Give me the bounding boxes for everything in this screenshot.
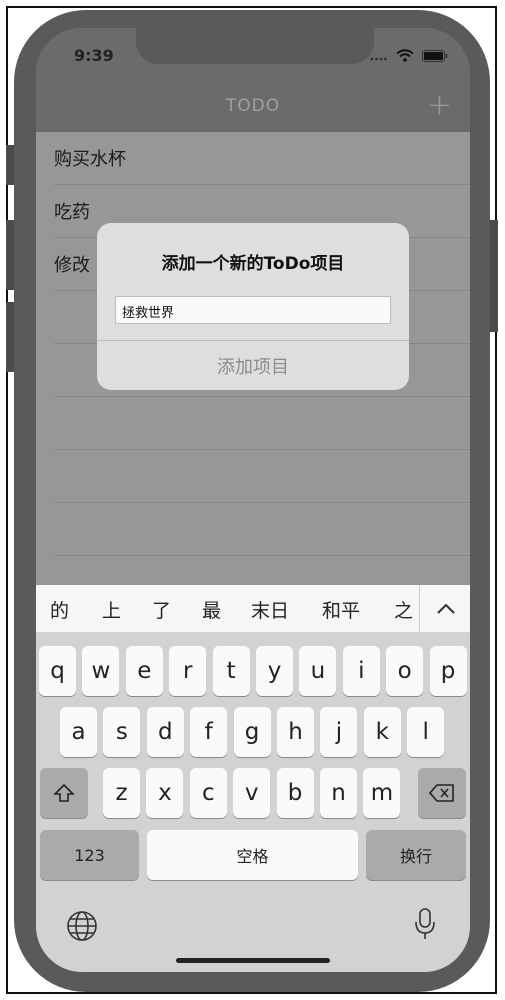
candidate-word[interactable]: 末日 [251, 596, 289, 623]
key-l[interactable]: l [407, 707, 445, 757]
key-v[interactable]: v [233, 768, 271, 818]
delete-key[interactable] [418, 768, 466, 818]
candidate-word[interactable]: 最 [202, 596, 221, 623]
key-y[interactable]: y [256, 646, 293, 696]
empty-row [54, 503, 470, 556]
alert-title: 添加一个新的ToDo项目 [161, 254, 345, 274]
notch [136, 28, 374, 64]
key-n[interactable]: n [320, 768, 357, 818]
key-f[interactable]: f [190, 707, 228, 757]
todo-row-label: 吃药 [54, 202, 90, 223]
side-button-volume-down [6, 302, 14, 372]
key-b[interactable]: b [276, 768, 314, 818]
key-w[interactable]: w [82, 646, 120, 696]
key-i[interactable]: i [342, 646, 380, 696]
add-item-action-button[interactable]: 添加项目 [97, 353, 409, 379]
backspace-icon [429, 784, 454, 802]
key-s[interactable]: s [103, 707, 141, 757]
battery-icon [422, 47, 448, 66]
shift-key[interactable] [40, 768, 88, 818]
key-d[interactable]: d [146, 707, 184, 757]
status-icons [370, 47, 448, 66]
space-key[interactable]: 空格 [147, 830, 358, 880]
alert-divider [97, 340, 409, 341]
side-button-power [490, 220, 498, 332]
key-x[interactable]: x [146, 768, 184, 818]
todo-text-field[interactable]: 拯救世界 [115, 296, 391, 324]
status-time: 9:39 [74, 46, 114, 65]
keyboard: 的 上 了 最 末日 和平 之 123 空格 换行 qwer t y u i o… [36, 585, 470, 972]
numbers-key[interactable]: 123 [40, 830, 139, 880]
navigation-bar: TODO + [36, 86, 470, 132]
key-u[interactable]: u [299, 646, 337, 696]
microphone-icon[interactable] [414, 907, 436, 945]
candidate-word[interactable]: 上 [102, 596, 121, 623]
globe-icon[interactable] [66, 910, 98, 946]
todo-row-label: 购买水杯 [54, 149, 126, 170]
wifi-icon [396, 47, 414, 66]
status-bar: 9:39 [36, 28, 470, 86]
todo-row[interactable]: 购买水杯 [54, 132, 470, 185]
phone-screen: 9:39 TODO + 购买水杯 吃药 修改 添加一个新的ToDo项目 添加项目 [36, 28, 470, 972]
candidate-word[interactable]: 之 [394, 596, 413, 623]
todo-row-label: 修改 [54, 255, 90, 276]
chevron-up-icon[interactable] [419, 585, 470, 632]
home-indicator [176, 958, 330, 963]
candidate-bar: 的 上 了 最 末日 和平 之 [36, 585, 470, 632]
key-m[interactable]: m [363, 768, 401, 818]
empty-row [54, 450, 470, 503]
key-r[interactable]: r [169, 646, 207, 696]
key-h[interactable]: h [277, 707, 314, 757]
key-p[interactable]: p [429, 646, 467, 696]
key-t[interactable]: t [212, 646, 250, 696]
key-g[interactable]: g [233, 707, 271, 757]
nav-title: TODO [225, 96, 281, 116]
return-key[interactable]: 换行 [366, 830, 466, 880]
key-a[interactable]: a [60, 707, 97, 757]
key-o[interactable]: o [386, 646, 424, 696]
key-j[interactable]: j [320, 707, 358, 757]
key-e[interactable]: e [125, 646, 163, 696]
key-q[interactable]: q [39, 646, 76, 696]
shift-icon [53, 783, 75, 802]
key-k[interactable]: k [363, 707, 401, 757]
candidate-word[interactable]: 的 [50, 596, 69, 623]
empty-row [54, 397, 470, 450]
key-z[interactable]: z [103, 768, 140, 818]
side-button-volume-up [6, 220, 14, 290]
candidate-word[interactable]: 和平 [322, 596, 360, 623]
side-button-silent [6, 145, 14, 185]
candidate-word[interactable]: 了 [152, 596, 171, 623]
signal-dots-icon [370, 47, 388, 66]
add-item-button[interactable]: + [427, 88, 452, 124]
key-c[interactable]: c [189, 768, 227, 818]
